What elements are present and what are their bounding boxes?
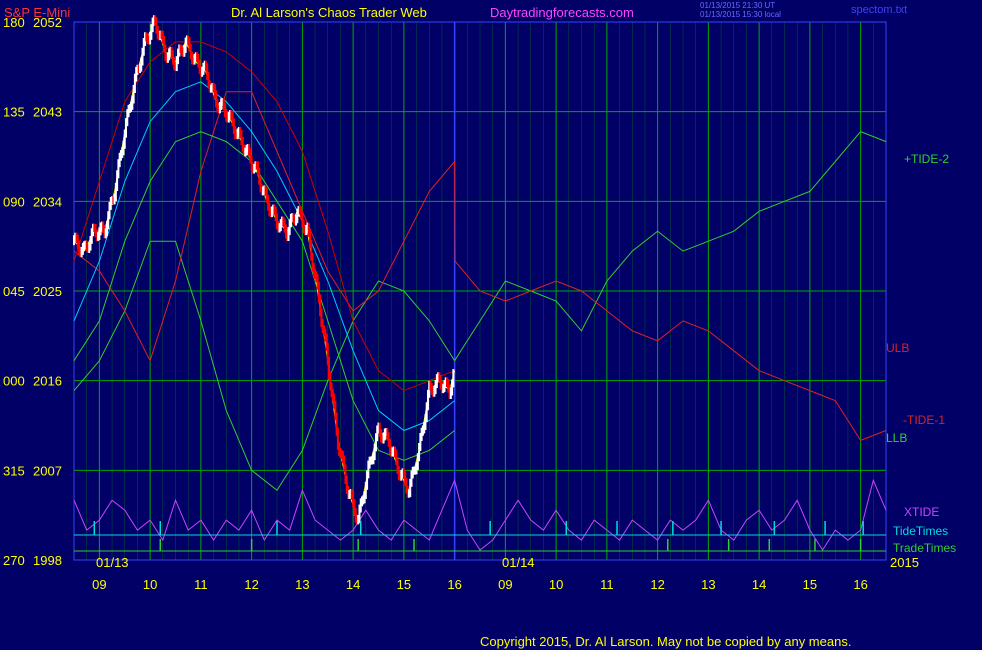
x-tick-label: 15: [803, 577, 817, 592]
y-tick-angle: 270: [3, 553, 25, 568]
x-tick-label: 13: [701, 577, 715, 592]
x-tick-label: 14: [752, 577, 766, 592]
series-label: TradeTimes: [893, 541, 956, 555]
x-tick-label: 10: [549, 577, 563, 592]
x-tick-label: 16: [853, 577, 867, 592]
x-tick-label: 15: [397, 577, 411, 592]
x-tick-label: 14: [346, 577, 360, 592]
y-tick-price: 1998: [33, 553, 62, 568]
y-tick-angle: 090: [3, 194, 25, 209]
timestamp-local: 01/13/2015 15:30 local: [700, 10, 781, 19]
x-tick-label: 12: [244, 577, 258, 592]
series-label: +TIDE-2: [904, 152, 949, 166]
date-label: 01/14: [502, 555, 535, 570]
series-label: -TIDE-1: [903, 413, 945, 427]
y-tick-price: 2043: [33, 105, 62, 120]
chart-canvas: 180 2052135 2043090 2034045 2025000 2016315 20…: [3, 15, 956, 592]
axis-labels: 180 2052135 2043090 2034045 2025000 2016315 20…: [3, 15, 956, 592]
series-label: XTIDE: [904, 505, 939, 519]
x-tick-label: 11: [600, 577, 614, 592]
file-label: spectom.txt: [851, 4, 908, 16]
copyright-notice: Copyright 2015, Dr. Al Larson. May not b…: [480, 634, 852, 649]
x-tick-label: 13: [295, 577, 309, 592]
x-tick-label: 12: [650, 577, 664, 592]
y-tick-price: 2016: [33, 374, 62, 389]
site-link[interactable]: Daytradingforecasts.com: [490, 5, 634, 20]
symbol-label: S&P E-Mini: [4, 5, 71, 20]
series-label: LLB: [886, 431, 907, 445]
y-tick-angle: 135: [3, 105, 25, 120]
y-tick-price: 2025: [33, 284, 62, 299]
y-tick-price: 2034: [33, 194, 62, 209]
chart-title: Dr. Al Larson's Chaos Trader Web: [231, 5, 427, 20]
year-label: 2015: [890, 555, 919, 570]
timestamp-ut: 01/13/2015 21:30 UT: [700, 1, 776, 10]
y-tick-price: 2007: [33, 463, 62, 478]
x-tick-label: 16: [447, 577, 461, 592]
series-label: ULB: [886, 341, 909, 355]
y-tick-angle: 000: [3, 374, 25, 389]
x-tick-label: 10: [143, 577, 157, 592]
series-label: TideTimes: [893, 524, 948, 538]
y-tick-angle: 045: [3, 284, 25, 299]
x-tick-label: 11: [194, 577, 208, 592]
y-tick-angle: 315: [3, 463, 25, 478]
date-label: 01/13: [96, 555, 129, 570]
x-tick-label: 09: [498, 577, 512, 592]
x-tick-label: 09: [92, 577, 106, 592]
